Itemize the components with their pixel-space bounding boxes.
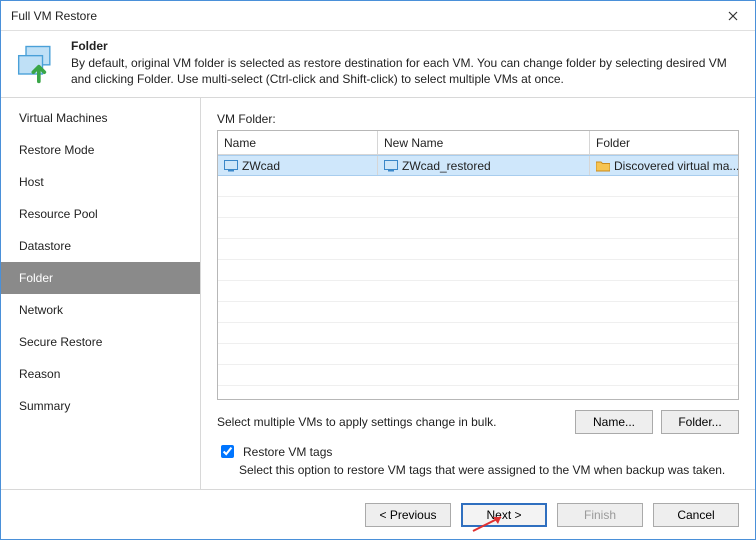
sidebar-item-virtual-machines[interactable]: Virtual Machines: [1, 102, 200, 134]
header: Folder By default, original VM folder is…: [1, 31, 755, 97]
sidebar-item-reason[interactable]: Reason: [1, 358, 200, 390]
sidebar-item-host[interactable]: Host: [1, 166, 200, 198]
col-header-name[interactable]: Name: [218, 131, 378, 154]
window-title: Full VM Restore: [11, 9, 710, 23]
vm-folder-grid: Name New Name Folder ZWcad: [217, 130, 739, 400]
close-button[interactable]: [710, 1, 755, 31]
sidebar-item-folder[interactable]: Folder: [1, 262, 200, 294]
restore-tags-row: Restore VM tags: [217, 442, 739, 461]
previous-button[interactable]: < Previous: [365, 503, 451, 527]
folder-restore-icon: [15, 41, 59, 85]
titlebar: Full VM Restore: [1, 1, 755, 31]
cell-folder-text: Discovered virtual ma...: [614, 159, 738, 173]
cell-new-name-text: ZWcad_restored: [402, 159, 491, 173]
folder-button[interactable]: Folder...: [661, 410, 739, 434]
table-row[interactable]: ZWcad ZWcad_restored Discovered virtual …: [218, 155, 738, 176]
grid-label: VM Folder:: [217, 112, 739, 126]
name-button[interactable]: Name...: [575, 410, 653, 434]
close-icon: [728, 11, 738, 21]
folder-icon: [596, 160, 610, 172]
sidebar-item-summary[interactable]: Summary: [1, 390, 200, 422]
grid-body[interactable]: ZWcad ZWcad_restored Discovered virtual …: [218, 155, 738, 399]
header-title: Folder: [71, 39, 108, 53]
restore-tags-checkbox[interactable]: [221, 445, 234, 458]
next-button[interactable]: Next >: [461, 503, 547, 527]
cancel-button[interactable]: Cancel: [653, 503, 739, 527]
restore-tags-description: Select this option to restore VM tags th…: [239, 463, 739, 477]
cell-name-text: ZWcad: [242, 159, 280, 173]
cell-new-name: ZWcad_restored: [378, 156, 590, 175]
vm-icon: [384, 160, 398, 172]
sidebar-item-restore-mode[interactable]: Restore Mode: [1, 134, 200, 166]
sidebar-item-resource-pool[interactable]: Resource Pool: [1, 198, 200, 230]
grid-header: Name New Name Folder: [218, 131, 738, 155]
bulk-row: Select multiple VMs to apply settings ch…: [217, 400, 739, 440]
sidebar-item-network[interactable]: Network: [1, 294, 200, 326]
restore-tags-label: Restore VM tags: [243, 445, 332, 459]
header-description: By default, original VM folder is select…: [71, 55, 741, 87]
cell-folder: Discovered virtual ma...: [590, 156, 738, 175]
bulk-hint: Select multiple VMs to apply settings ch…: [217, 415, 567, 429]
body: Virtual Machines Restore Mode Host Resou…: [1, 97, 755, 489]
footer: < Previous Next > Finish Cancel: [1, 489, 755, 539]
finish-button: Finish: [557, 503, 643, 527]
col-header-new-name[interactable]: New Name: [378, 131, 590, 154]
sidebar-item-datastore[interactable]: Datastore: [1, 230, 200, 262]
dialog-window: Full VM Restore Folder By default, origi…: [0, 0, 756, 540]
sidebar-item-secure-restore[interactable]: Secure Restore: [1, 326, 200, 358]
header-text: Folder By default, original VM folder is…: [71, 39, 741, 87]
sidebar: Virtual Machines Restore Mode Host Resou…: [1, 98, 201, 489]
main-panel: VM Folder: Name New Name Folder ZWcad: [201, 98, 755, 489]
col-header-new-name-label: New Name: [384, 136, 443, 150]
col-header-folder[interactable]: Folder: [590, 131, 738, 154]
vm-icon: [224, 160, 238, 172]
cell-name: ZWcad: [218, 156, 378, 175]
